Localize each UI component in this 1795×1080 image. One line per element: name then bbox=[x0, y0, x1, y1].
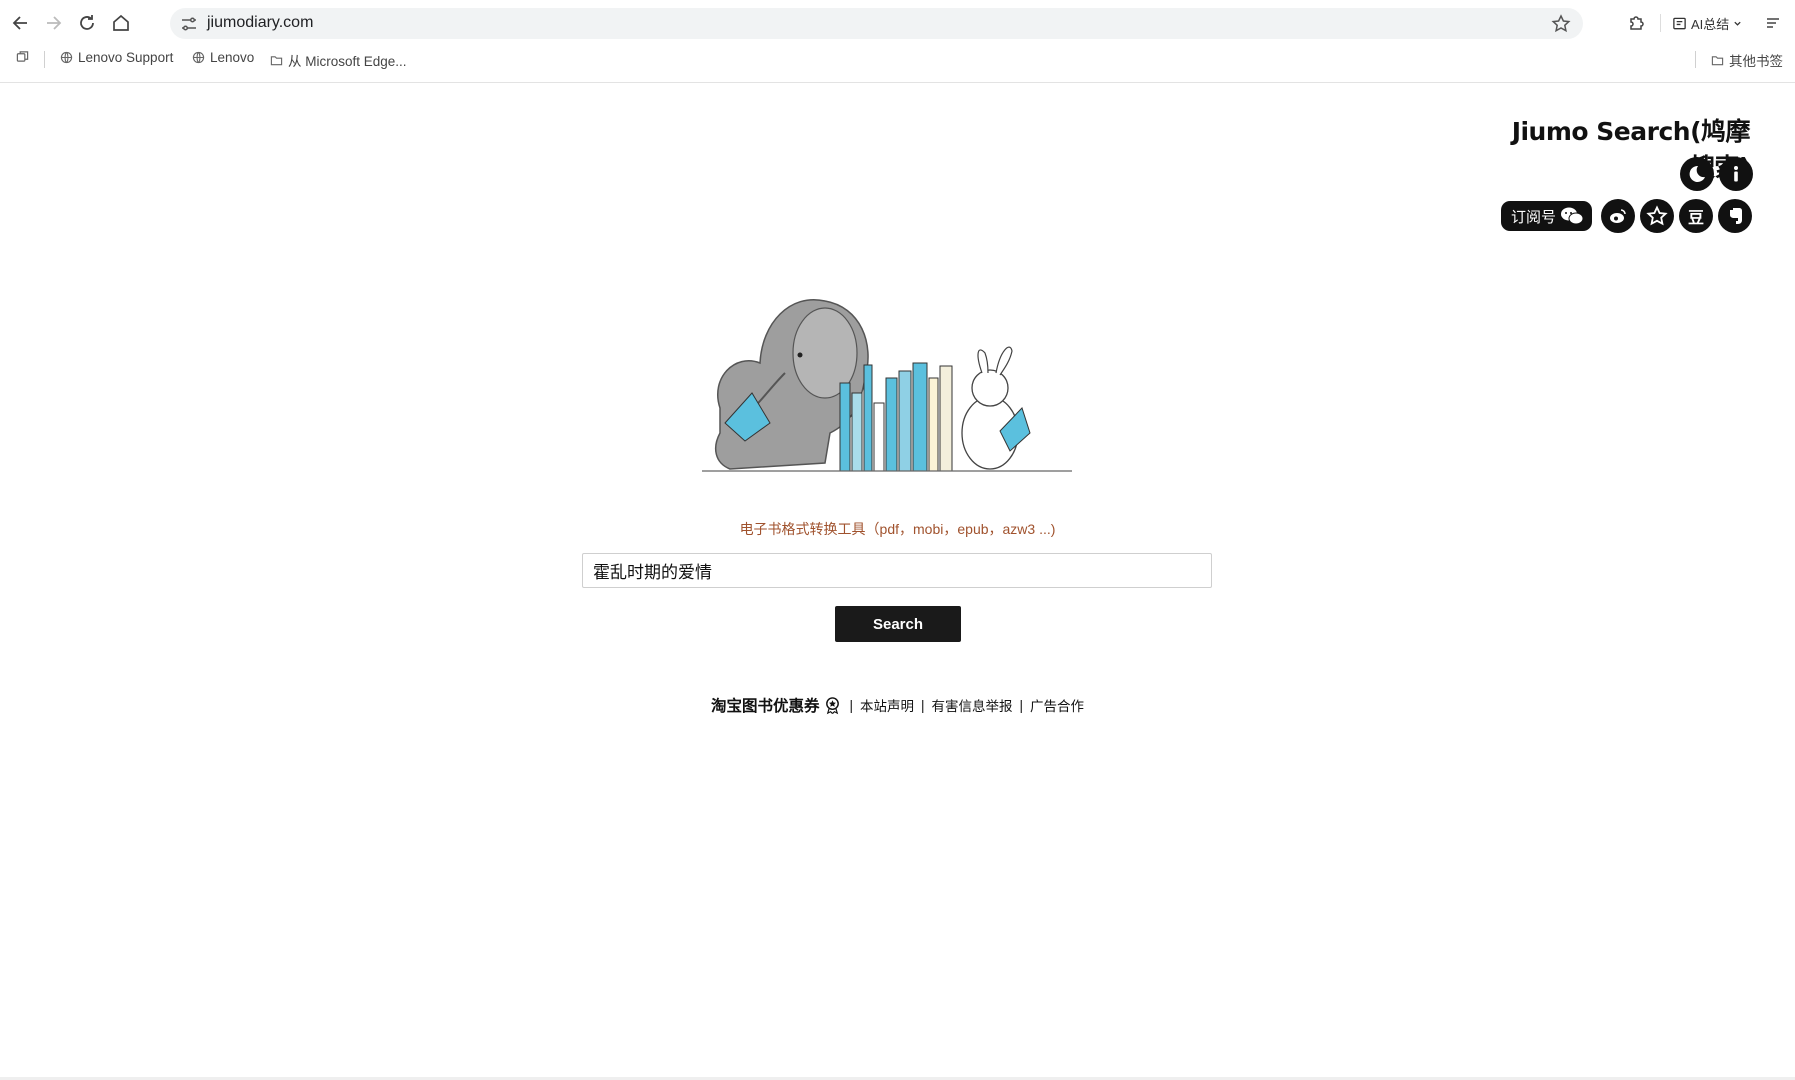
top-icon-row bbox=[1680, 157, 1753, 191]
evernote-button[interactable] bbox=[1718, 199, 1753, 233]
folder-icon bbox=[1711, 55, 1724, 65]
wechat-subscription-button[interactable]: 订阅号 bbox=[1501, 201, 1593, 231]
forward-arrow-icon bbox=[47, 16, 62, 30]
taobao-coupon-link[interactable]: 淘宝图书优惠券 bbox=[711, 694, 843, 716]
footer-separator: | bbox=[1019, 697, 1024, 713]
puzzle-icon bbox=[1630, 16, 1644, 30]
chevron-down-icon bbox=[1734, 21, 1741, 26]
ai-summary-label: AI总结 bbox=[1691, 16, 1730, 32]
tab-actions-button[interactable] bbox=[16, 50, 29, 63]
home-icon bbox=[113, 14, 129, 31]
navigation-row: jiumodiary.com AI总结 bbox=[0, 6, 1795, 40]
footer-separator: | bbox=[849, 697, 853, 713]
bookmark-lenovo[interactable]: Lenovo bbox=[192, 50, 254, 65]
award-ribbon-icon bbox=[826, 696, 840, 714]
reading-animals-illustration bbox=[702, 298, 1072, 472]
bookmarks-divider bbox=[1695, 51, 1696, 68]
douban-icon: 豆 bbox=[1688, 210, 1705, 227]
bookmark-lenovo-support[interactable]: Lenovo Support bbox=[60, 50, 173, 65]
site-statement-link[interactable]: 本站声明 bbox=[860, 695, 914, 715]
other-bookmarks-folder[interactable]: 其他书签 bbox=[1711, 50, 1783, 70]
bookmark-label: Lenovo Support bbox=[78, 50, 174, 65]
url-text[interactable]: jiumodiary.com bbox=[207, 14, 313, 32]
info-button[interactable] bbox=[1719, 157, 1753, 191]
search-button[interactable]: Search bbox=[835, 606, 961, 642]
bookmark-folder-edge[interactable]: 从 Microsoft Edge... bbox=[270, 50, 407, 70]
other-bookmarks-label: 其他书签 bbox=[1729, 54, 1783, 69]
douban-button[interactable]: 豆 bbox=[1679, 199, 1714, 233]
toolbar-divider bbox=[1660, 14, 1661, 32]
site-settings-icon[interactable] bbox=[180, 15, 198, 33]
extensions-button[interactable] bbox=[1620, 6, 1654, 40]
back-button[interactable] bbox=[4, 6, 38, 40]
ebook-converter-link[interactable]: 电子书格式转换工具（pdf，mobi，epub，azw3 ...) bbox=[0, 519, 1795, 539]
ad-cooperation-link[interactable]: 广告合作 bbox=[1030, 695, 1084, 715]
forward-button[interactable] bbox=[36, 6, 70, 40]
bookmark-label: Lenovo bbox=[210, 50, 255, 65]
reload-button[interactable] bbox=[70, 6, 104, 40]
ai-summary-button[interactable]: AI总结 bbox=[1672, 12, 1742, 34]
star-icon bbox=[1646, 205, 1668, 226]
browser-toolbar: jiumodiary.com AI总结 Lenovo Support Lenov… bbox=[0, 0, 1795, 83]
footer-links: 淘宝图书优惠券 | 本站声明 | 有害信息举报 | 广告合作 bbox=[0, 694, 1795, 716]
search-input[interactable] bbox=[582, 553, 1212, 588]
bookmark-star-icon[interactable] bbox=[1551, 14, 1571, 34]
ai-summary-icon bbox=[1673, 17, 1686, 29]
evernote-icon bbox=[1730, 208, 1743, 224]
weibo-icon bbox=[1610, 209, 1626, 223]
harmful-info-report-link[interactable]: 有害信息举报 bbox=[932, 695, 1013, 715]
menu-button[interactable] bbox=[1756, 6, 1790, 40]
dark-mode-button[interactable] bbox=[1680, 157, 1714, 191]
favorite-button[interactable] bbox=[1640, 199, 1675, 233]
folder-icon bbox=[270, 55, 283, 65]
social-icon-row: 订阅号 豆 bbox=[1501, 199, 1753, 233]
globe-icon bbox=[60, 51, 73, 64]
footer-separator: | bbox=[921, 697, 925, 713]
weibo-button[interactable] bbox=[1601, 199, 1636, 233]
wechat-pill-label: 订阅号 bbox=[1511, 207, 1557, 226]
reload-icon bbox=[80, 15, 94, 30]
moon-icon bbox=[1689, 165, 1705, 182]
taobao-coupon-label: 淘宝图书优惠券 bbox=[710, 698, 820, 715]
address-bar[interactable]: jiumodiary.com bbox=[170, 8, 1583, 39]
bookmark-label: 从 Microsoft Edge... bbox=[288, 54, 407, 69]
bookmarks-divider bbox=[44, 51, 45, 68]
info-icon bbox=[1734, 166, 1738, 182]
wechat-icon bbox=[1561, 207, 1584, 225]
menu-lines-icon bbox=[1767, 18, 1779, 28]
home-button[interactable] bbox=[104, 6, 138, 40]
bookmarks-bar: Lenovo Support Lenovo 从 Microsoft Edge..… bbox=[0, 48, 1795, 72]
tab-actions-icon bbox=[16, 51, 29, 62]
back-arrow-icon bbox=[12, 16, 27, 30]
globe-icon bbox=[192, 51, 205, 64]
